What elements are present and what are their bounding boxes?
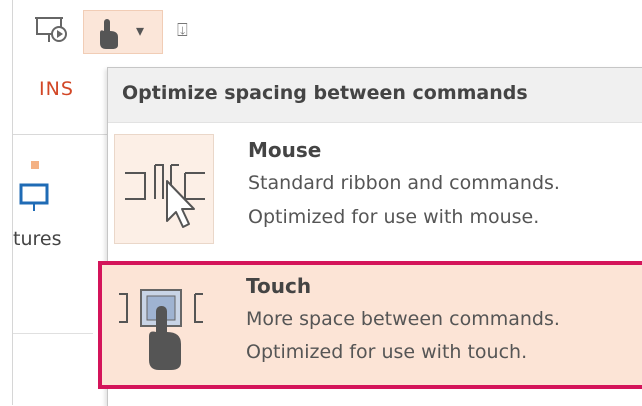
touch-mouse-mode-icon xyxy=(100,19,118,49)
mouse-mode-title: Mouse xyxy=(248,138,322,162)
chevron-down-icon: ▾ xyxy=(136,21,145,40)
powerpoint-window: ▾ ⍗ INS tures Optimize spacing between c… xyxy=(12,0,642,406)
touch-mouse-mode-button[interactable]: ▾ xyxy=(83,10,163,54)
mouse-mode-description-2: Optimized for use with mouse. xyxy=(248,206,540,228)
customize-arrow-icon: ⍗ xyxy=(177,20,188,41)
quick-access-toolbar: ▾ ⍗ xyxy=(13,0,642,64)
mouse-mode-thumbnail xyxy=(114,134,214,244)
mouse-mode-option[interactable]: Mouse Standard ribbon and commands. Opti… xyxy=(108,126,642,256)
start-from-beginning-button[interactable] xyxy=(31,10,75,54)
menu-header: Optimize spacing between commands xyxy=(108,68,642,123)
tab-insert[interactable]: INS xyxy=(39,78,89,100)
touch-mode-thumbnail xyxy=(112,269,212,379)
pictures-icon xyxy=(19,161,49,211)
touch-mode-option[interactable]: Touch More space between commands. Optim… xyxy=(98,261,642,389)
touch-mode-icon xyxy=(119,289,203,370)
touch-mode-title: Touch xyxy=(246,274,312,298)
touch-mode-description-1: More space between commands. xyxy=(246,308,560,330)
touch-mouse-mode-dropdown: Optimize spacing between commands Mouse … xyxy=(98,67,642,406)
pictures-button[interactable] xyxy=(17,145,51,215)
mouse-mode-description-1: Standard ribbon and commands. xyxy=(248,172,560,194)
touch-mode-description-2: Optimized for use with touch. xyxy=(246,341,528,363)
customize-toolbar-button[interactable]: ⍗ xyxy=(171,10,201,54)
menu-header-text: Optimize spacing between commands xyxy=(122,82,528,104)
pictures-label: tures xyxy=(13,228,62,250)
from-beginning-slideshow-icon xyxy=(35,17,67,42)
ribbon-divider xyxy=(13,333,93,334)
mouse-mode-icon xyxy=(125,164,205,228)
